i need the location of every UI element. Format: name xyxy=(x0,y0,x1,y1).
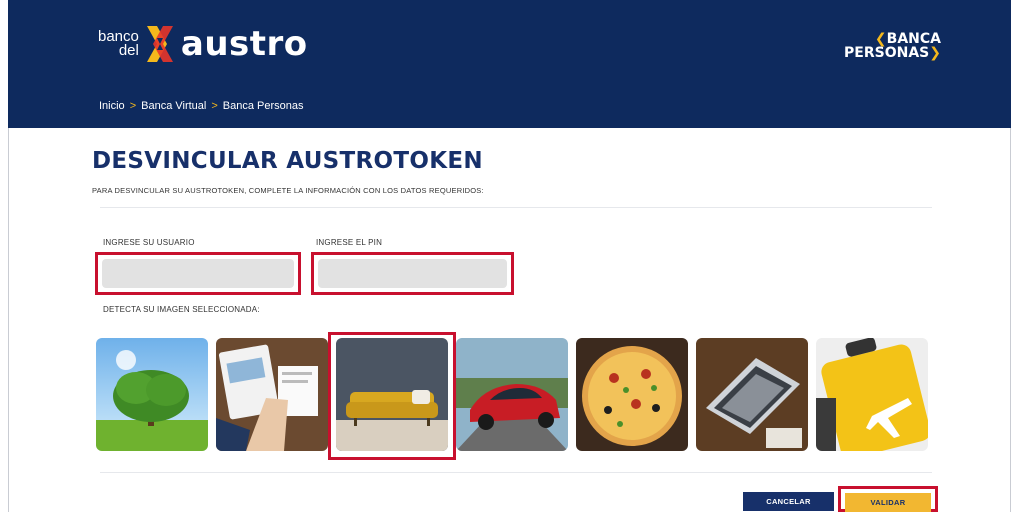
logo-text-austro: austro xyxy=(180,24,308,64)
pin-input[interactable] xyxy=(318,259,507,288)
page-subtitle: PARA DESVINCULAR SU AUSTROTOKEN, COMPLET… xyxy=(92,186,484,195)
divider xyxy=(100,207,932,208)
business-image[interactable] xyxy=(216,338,328,451)
laptop-image[interactable] xyxy=(696,338,808,451)
user-field-highlight xyxy=(95,252,301,295)
pin-label: INGRESE EL PIN xyxy=(316,238,383,247)
suitcase-icon xyxy=(816,338,928,451)
chevron-right-icon: ❯ xyxy=(929,45,941,61)
banca-personas-brand: ❮BANCA PERSONAS❯ xyxy=(844,32,941,60)
image-label: DETECTA SU IMAGEN SELECCIONADA: xyxy=(103,305,260,314)
site-header: banco del austro ❮BANCA PERSONAS❯ Inicio… xyxy=(8,0,1011,128)
security-image-grid xyxy=(96,338,928,451)
validate-button-highlight: VALIDAR xyxy=(838,486,938,512)
user-label: INGRESE SU USUARIO xyxy=(103,238,195,247)
breadcrumb-separator: > xyxy=(129,100,137,112)
brand-line2: PERSONAS xyxy=(844,45,930,61)
travel-image[interactable] xyxy=(816,338,928,451)
divider xyxy=(100,472,932,473)
breadcrumb-banca-personas[interactable]: Banca Personas xyxy=(223,100,304,112)
user-input[interactable] xyxy=(102,259,294,288)
breadcrumb-inicio[interactable]: Inicio xyxy=(99,100,125,112)
car-image[interactable] xyxy=(456,338,568,451)
breadcrumb-banca-virtual[interactable]: Banca Virtual xyxy=(141,100,206,112)
cancel-button[interactable]: CANCELAR xyxy=(743,492,834,511)
pizza-icon xyxy=(576,338,688,451)
pizza-image[interactable] xyxy=(576,338,688,451)
tree-icon xyxy=(96,338,208,451)
logo-text-del: del xyxy=(118,42,139,59)
validate-button[interactable]: VALIDAR xyxy=(845,493,931,512)
selected-image-highlight xyxy=(328,332,456,460)
page-title: DESVINCULAR AUSTROTOKEN xyxy=(92,148,483,174)
bank-logo[interactable]: banco del austro xyxy=(98,20,308,68)
logo-mark-icon xyxy=(146,26,173,62)
pin-field-highlight xyxy=(311,252,514,295)
tree-image[interactable] xyxy=(96,338,208,451)
laptop-icon xyxy=(696,338,808,451)
business-meeting-icon xyxy=(216,338,328,451)
car-icon xyxy=(456,338,568,451)
breadcrumb: Inicio > Banca Virtual > Banca Personas xyxy=(99,100,304,112)
breadcrumb-separator: > xyxy=(211,100,218,112)
